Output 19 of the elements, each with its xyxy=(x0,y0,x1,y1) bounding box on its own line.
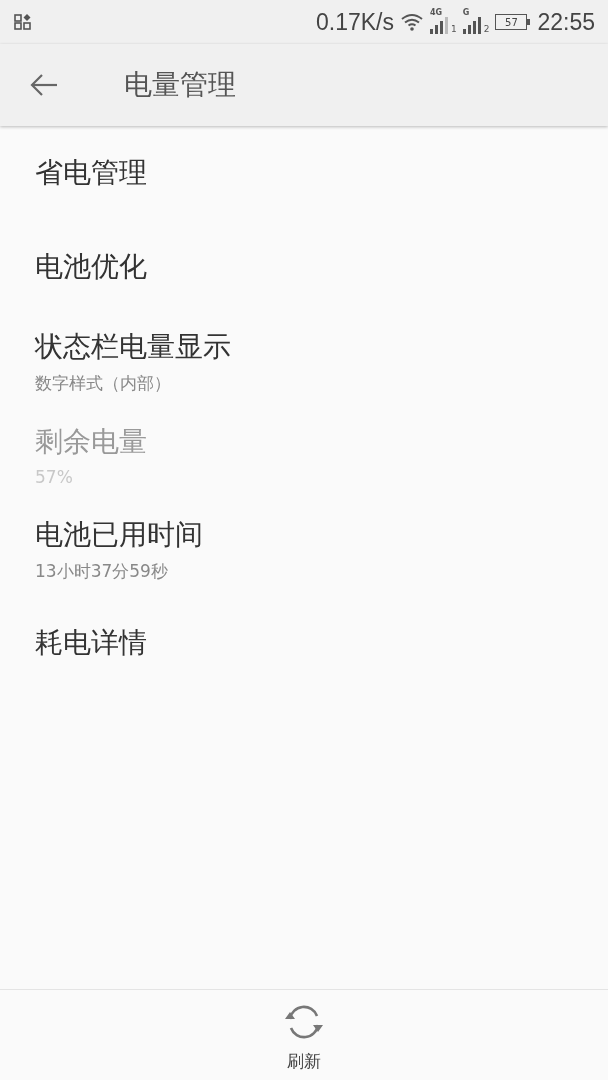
sim-slot: 2 xyxy=(483,24,490,34)
clock: 22:55 xyxy=(537,8,595,36)
signal-icon xyxy=(462,16,483,34)
signal-icon xyxy=(429,16,450,34)
settings-item[interactable]: 电池已用时间 13小时37分59秒 xyxy=(0,502,608,596)
refresh-button[interactable]: 刷新 xyxy=(272,990,336,1080)
network-type: G xyxy=(462,8,470,17)
battery-icon: 57 xyxy=(495,14,528,30)
settings-item[interactable]: 电池优化 xyxy=(0,220,608,314)
settings-item[interactable]: 耗电详情 xyxy=(0,596,608,690)
settings-item[interactable]: 状态栏电量显示 数字样式（内部） xyxy=(0,314,608,408)
notification-icon xyxy=(14,13,32,31)
sim-slot: 1 xyxy=(450,24,457,34)
page-title: 电量管理 xyxy=(124,67,236,103)
back-arrow-icon xyxy=(29,73,59,97)
network-speed: 0.17K/s xyxy=(315,8,394,36)
network-type: 4G xyxy=(429,8,443,17)
wifi-icon xyxy=(399,13,424,31)
settings-item[interactable]: 省电管理 xyxy=(0,126,608,220)
